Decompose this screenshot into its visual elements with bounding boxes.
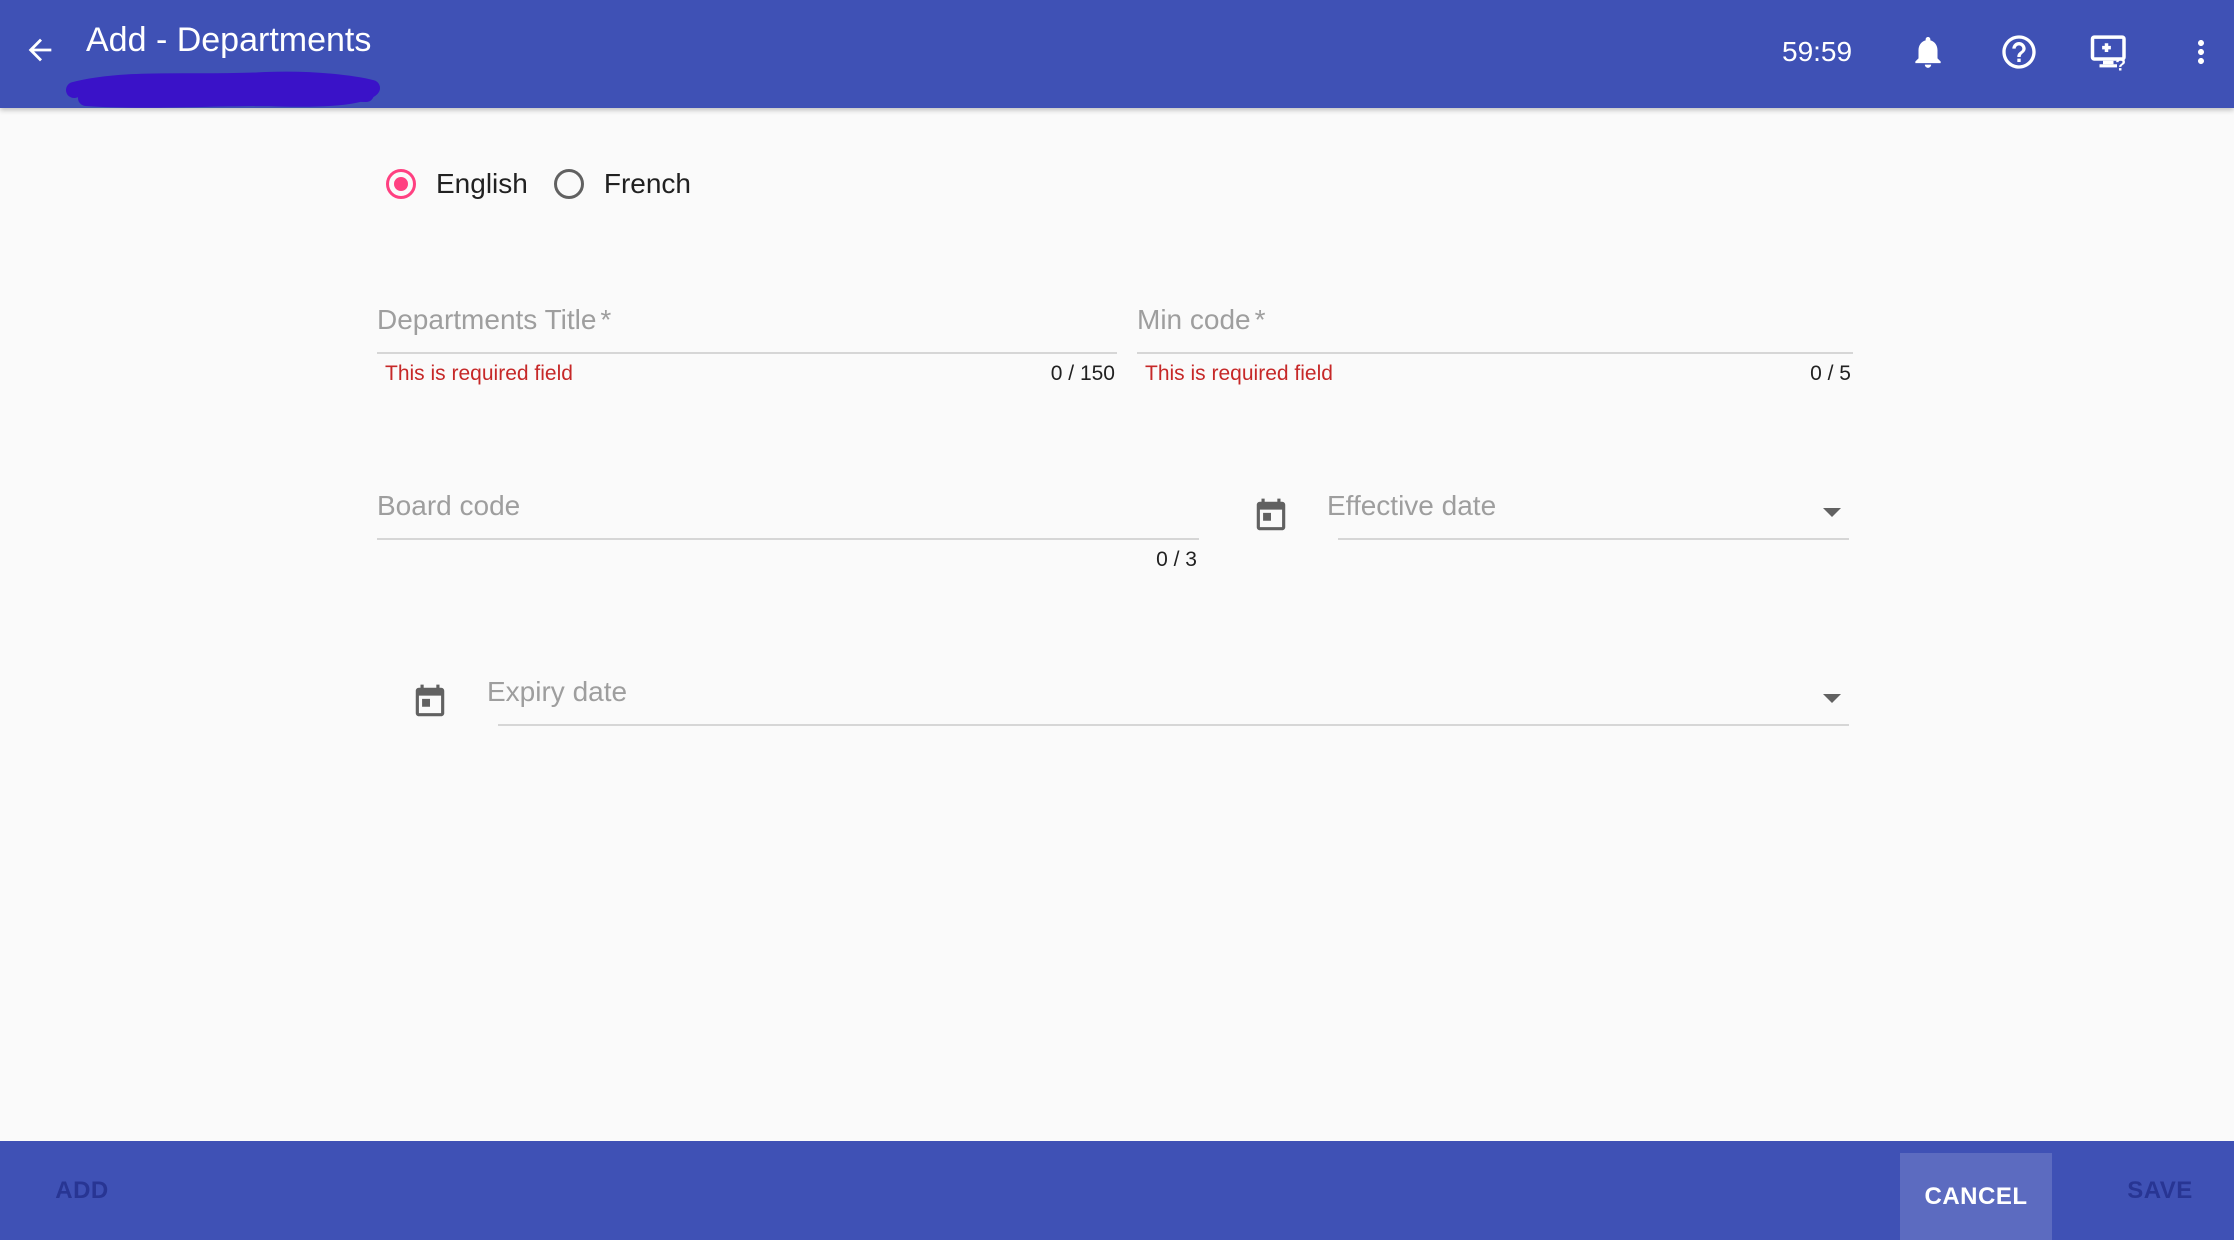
top-app-bar: Add - Departments 59:59 ? xyxy=(0,0,2234,108)
board-code-field[interactable]: Board code 0 / 3 xyxy=(377,490,1199,571)
effective-date-underline xyxy=(1338,538,1849,540)
radio-french[interactable]: French xyxy=(553,168,691,200)
back-arrow-icon xyxy=(28,38,52,62)
department-title-error: This is required field xyxy=(385,362,573,385)
department-title-field[interactable]: Departments Title * This is required fiel… xyxy=(377,304,1117,385)
calendar-icon[interactable] xyxy=(1252,496,1290,536)
effective-date-field[interactable]: Effective date xyxy=(1327,490,1849,550)
min-code-counter: 0 / 5 xyxy=(1810,362,1851,385)
more-vert-icon xyxy=(2198,40,2204,64)
board-code-counter: 0 / 3 xyxy=(1156,548,1197,571)
board-code-label: Board code xyxy=(377,490,521,521)
min-code-label: Min code * xyxy=(1137,304,1266,335)
radio-english-circle[interactable] xyxy=(386,169,416,199)
save-button[interactable]: SAVE xyxy=(2110,1159,2210,1223)
session-timer: 59:59 xyxy=(1782,36,1853,67)
min-code-error: This is required field xyxy=(1145,362,1333,385)
effective-date-label: Effective date xyxy=(1327,490,1497,521)
help-button[interactable] xyxy=(1993,26,2045,78)
back-button[interactable] xyxy=(20,30,60,70)
radio-french-circle[interactable] xyxy=(553,169,584,199)
department-title-underline xyxy=(377,352,1117,354)
title-area: Add - Departments xyxy=(66,16,380,108)
bottom-action-bar: ADD CANCEL SAVE xyxy=(0,1141,2234,1240)
radio-english[interactable]: English xyxy=(386,168,528,200)
expiry-date-label: Expiry date xyxy=(487,676,628,707)
redaction-scribble xyxy=(66,71,380,108)
screen-help-button[interactable]: ? xyxy=(2084,26,2136,78)
calendar-icon[interactable] xyxy=(411,682,449,722)
language-radio-group: English French xyxy=(386,168,717,200)
min-code-field[interactable]: Min code * This is required field 0 / 5 xyxy=(1137,304,1853,385)
cancel-button[interactable]: CANCEL xyxy=(1900,1153,2052,1240)
radio-selected-dot xyxy=(394,177,408,191)
department-title-label: Departments Title * xyxy=(377,304,612,335)
board-code-underline xyxy=(377,538,1199,540)
add-button[interactable]: ADD xyxy=(30,1159,134,1223)
bell-icon xyxy=(1915,36,1941,68)
chevron-down-icon[interactable] xyxy=(1823,508,1841,517)
more-menu-button[interactable] xyxy=(2175,26,2227,78)
help-circle-icon xyxy=(2002,35,2036,69)
radio-french-label: French xyxy=(603,168,691,199)
svg-text:?: ? xyxy=(2115,54,2126,73)
min-code-underline xyxy=(1137,352,1853,354)
required-mark: * xyxy=(1254,304,1266,335)
department-title-counter: 0 / 150 xyxy=(1050,362,1115,385)
expiry-date-underline xyxy=(498,724,1849,726)
chevron-down-icon[interactable] xyxy=(1823,694,1841,703)
notifications-button[interactable] xyxy=(1902,26,1954,78)
required-mark: * xyxy=(600,304,612,335)
radio-english-label: English xyxy=(436,168,528,199)
screen-help-icon: ? xyxy=(2090,35,2126,73)
expiry-date-field[interactable]: Expiry date xyxy=(487,676,1849,736)
